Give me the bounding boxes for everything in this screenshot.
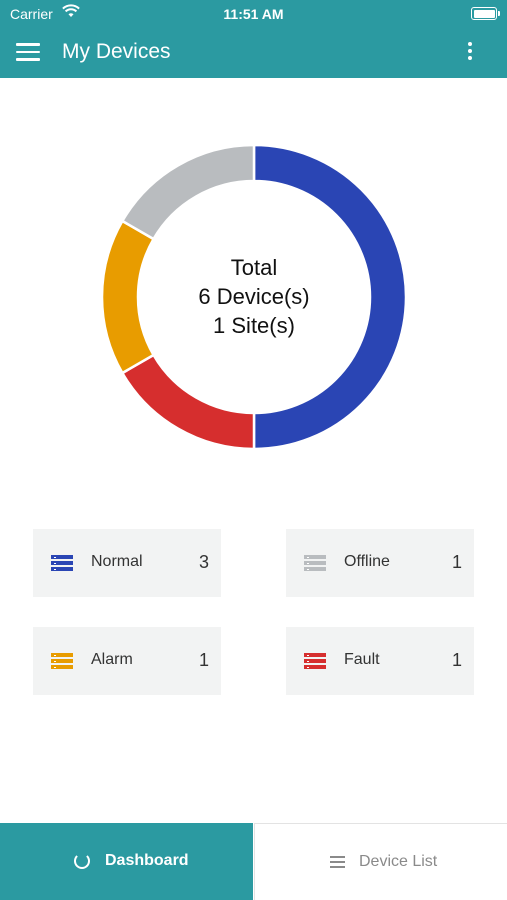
status-card-count: 1 [198,650,209,670]
donut-summary: Total 6 Device(s) 1 Site(s) [100,253,408,340]
app-bar: Carrier 11:51 AM My Devices [0,0,507,78]
page-title: My Devices [62,40,171,63]
device-status-donut-chart: Total 6 Device(s) 1 Site(s) [100,143,408,451]
status-card-label: Normal [91,553,143,570]
status-card-count: 3 [198,552,209,572]
status-card-label: Offline [344,553,390,570]
server-list-icon [51,555,73,572]
list-icon [330,856,345,868]
battery-icon [471,7,500,20]
server-list-icon [304,653,326,670]
summary-site-count: 1 Site(s) [213,313,295,338]
status-card-offline[interactable]: Offline 1 [286,529,474,597]
status-card-count: 1 [451,552,462,572]
status-card-normal[interactable]: Normal 3 [33,529,221,597]
summary-device-count: 6 Device(s) [198,284,310,309]
clock: 11:51 AM [223,6,284,22]
server-list-icon [304,555,326,572]
more-vertical-icon[interactable] [467,42,473,62]
tab-dashboard[interactable]: Dashboard [0,823,253,900]
dashboard-icon [74,853,90,869]
summary-total-label: Total [230,255,278,280]
hamburger-menu-icon[interactable] [16,43,40,61]
tab-device-list[interactable]: Device List [254,823,507,900]
donut-slice-fault [120,353,256,451]
status-card-alarm[interactable]: Alarm 1 [33,627,221,695]
status-card-label: Fault [344,651,380,668]
tab-label: Dashboard [105,852,189,869]
status-card-label: Alarm [91,651,133,668]
status-bar: Carrier 11:51 AM [0,0,507,28]
status-card-count: 1 [451,650,462,670]
tab-label: Device List [359,853,438,870]
bottom-tab-bar: Dashboard Device List [0,823,507,900]
status-card-fault[interactable]: Fault 1 [286,627,474,695]
donut-slice-offline [120,143,256,241]
server-list-icon [51,653,73,670]
